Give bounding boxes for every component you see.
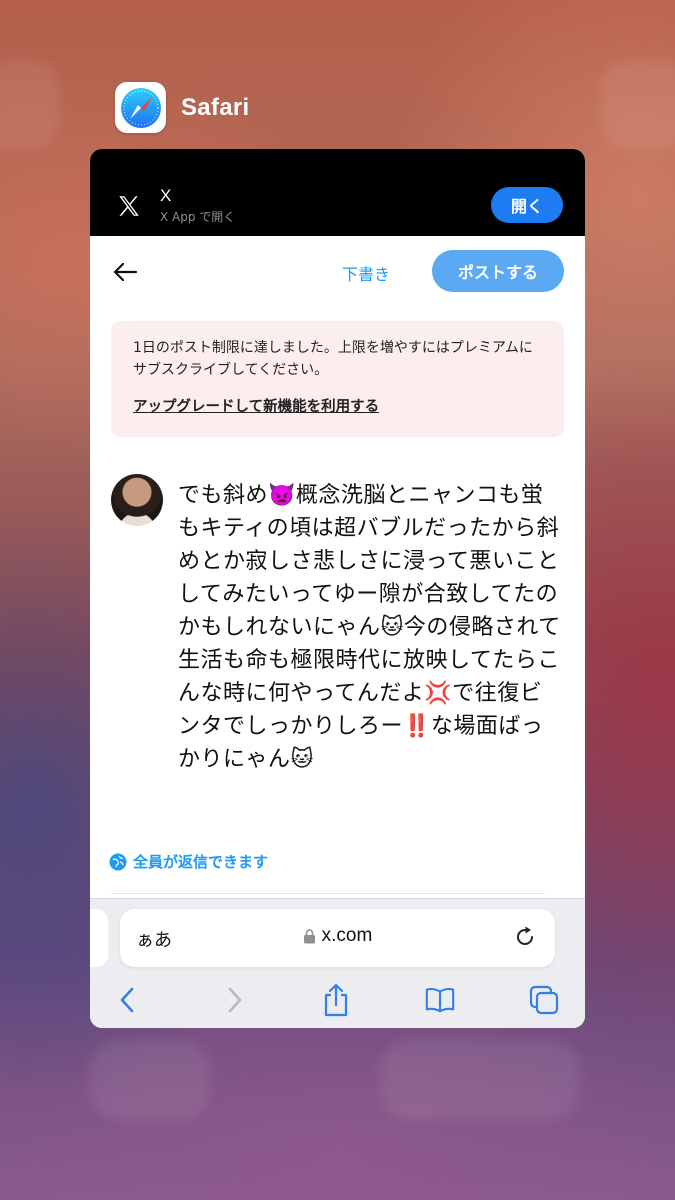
app-name: Safari [181,93,250,121]
share-button[interactable] [320,983,352,1017]
forward-button[interactable] [218,983,250,1017]
back-button[interactable] [112,983,144,1017]
safari-toolbar [90,981,585,1021]
banner-subtitle: X App で開く [160,210,236,224]
composer-topbar: 下書き ポストする [90,236,585,306]
reply-setting-label: 全員が返信できます [133,853,269,871]
open-app-button[interactable]: 開く [491,187,563,223]
previous-tab-pill[interactable] [90,909,108,967]
safari-bottom-bar: ぁあ x.com [90,898,585,1028]
tabs-button[interactable] [528,983,560,1017]
safari-app-icon[interactable] [115,82,166,133]
x-logo-icon [119,196,139,216]
avatar[interactable] [111,474,163,526]
background-blur [380,1040,580,1120]
reply-setting[interactable]: 全員が返信できます [109,851,268,872]
book-icon [425,987,455,1013]
compass-icon [120,87,161,128]
safari-window-card[interactable]: X X App で開く 開く 下書き ポストする 1日のポスト制限に達しました。… [90,149,585,1028]
post-text-editor[interactable]: でも斜め👿概念洗脳とニャンコも蛍もキティの頃は超バブルだったから斜めとか寂しさ悲… [178,479,563,776]
globe-icon [109,853,127,870]
post-button[interactable]: ポストする [432,250,564,292]
divider [111,893,545,894]
open-in-app-banner: X X App で開く 開く [90,149,585,236]
address-bar[interactable]: ぁあ x.com [120,909,555,967]
tabs-icon [529,985,559,1015]
chevron-left-icon [120,987,134,1013]
limit-message: 1日のポスト制限に達しました。上限を増やすにはプレミアムにサブスクライブしてくだ… [133,340,533,378]
share-icon [324,983,348,1017]
url-display: x.com [120,925,555,947]
chevron-right-icon [228,987,242,1013]
lock-icon [303,929,315,944]
post-limit-notice: 1日のポスト制限に達しました。上限を増やすにはプレミアムにサブスクライブしてくだ… [111,321,564,437]
reload-icon[interactable] [513,925,537,949]
bookmarks-button[interactable] [424,983,456,1017]
app-switcher-header: Safari [115,82,250,133]
banner-app-title: X [160,186,172,205]
upgrade-link[interactable]: アップグレードして新機能を利用する [133,395,379,416]
background-blur [600,60,675,150]
back-arrow-icon[interactable] [112,260,138,284]
drafts-button[interactable]: 下書き [342,261,390,285]
background-blur [0,60,60,150]
background-blur [90,1040,210,1120]
url-text: x.com [321,925,373,946]
